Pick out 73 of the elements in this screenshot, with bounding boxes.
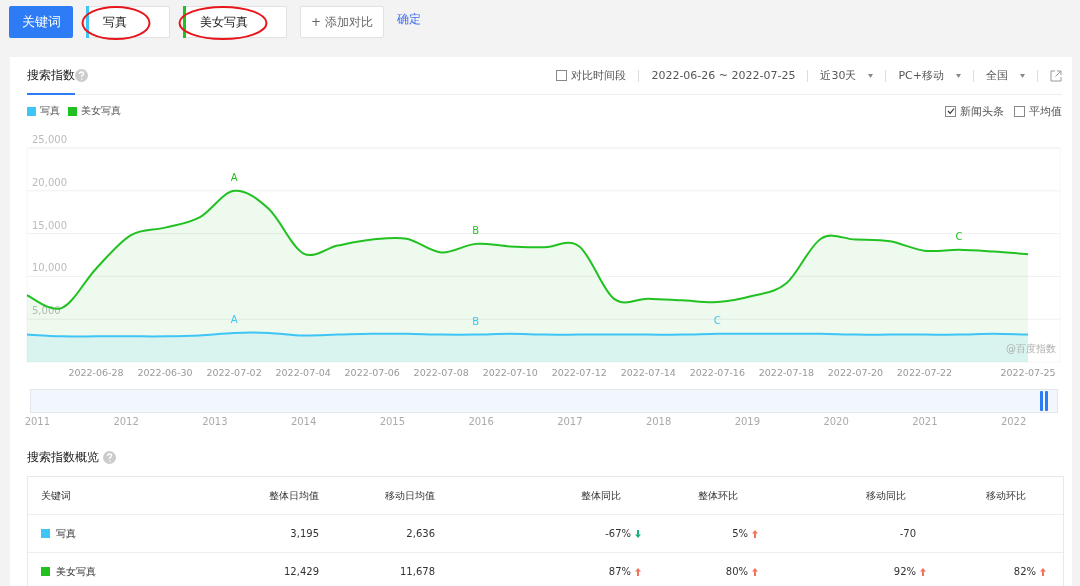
y-axis-label: 25,000 <box>32 134 67 145</box>
option-label: 平均值 <box>1029 103 1062 119</box>
table-cell-text: 2,636 <box>405 528 435 539</box>
year-label: 2019 <box>733 415 762 427</box>
y-axis-label: 10,000 <box>32 262 67 274</box>
table-cell: 92% <box>758 566 926 577</box>
year-label: 2011 <box>23 415 52 427</box>
x-axis-label: 2022-07-20 <box>827 367 883 378</box>
checkbox[interactable] <box>1014 105 1025 117</box>
year-label: 2017 <box>556 415 584 427</box>
column-header: 整体同比 <box>580 488 622 503</box>
year-label: 2014 <box>289 415 318 427</box>
x-axis-label: 2022-07-14 <box>620 367 676 378</box>
column-header: 整体环比 <box>697 488 739 503</box>
caret-icon <box>956 73 961 78</box>
year-label: 2018 <box>644 415 673 427</box>
table-cell-text: 12,429 <box>283 566 319 577</box>
table-cell: 82% <box>926 566 1046 577</box>
filter-dropdown[interactable]: 近30天 <box>820 68 874 83</box>
x-axis-label: 2022-07-08 <box>413 367 469 378</box>
legend-label[interactable]: 美女写真 <box>81 104 121 118</box>
keyword-tab-button[interactable]: 关键词 <box>9 6 73 38</box>
year-label: 2015 <box>378 415 407 427</box>
x-axis-label: 2022-06-28 <box>68 367 124 378</box>
table-cell: 87% <box>435 566 641 577</box>
caret-icon <box>868 73 874 78</box>
checkbox[interactable] <box>945 105 956 117</box>
checkbox[interactable] <box>556 70 568 81</box>
keyword-name: 写真 <box>56 526 76 541</box>
column-header: 整体日均值 <box>268 488 319 503</box>
year-label: 2021 <box>911 415 939 427</box>
confirm-link[interactable]: 确定 <box>397 10 421 28</box>
add-compare-button[interactable]: + 添加对比 <box>300 6 384 38</box>
column-header: 关键词 <box>40 488 72 503</box>
legend-label[interactable]: 写真 <box>40 104 60 118</box>
year-label: 2013 <box>201 415 229 427</box>
year-label: 2016 <box>467 415 495 427</box>
caret-icon <box>1020 73 1025 78</box>
table-cell-text: -70 <box>898 528 917 539</box>
table-cell: 5% <box>641 528 758 539</box>
year-label: 2022 <box>999 415 1028 427</box>
compare-period-label: 对比时间段 <box>571 68 627 83</box>
x-axis-label: 2022-07-04 <box>275 367 331 378</box>
y-axis-label: 20,000 <box>32 176 67 188</box>
export-icon[interactable] <box>1050 69 1062 82</box>
x-axis-label: 2022-07-25 <box>1000 367 1056 378</box>
column-header: 移动环比 <box>985 488 1027 503</box>
table-cell-text: 11,678 <box>399 566 435 577</box>
chart-watermark: @百度指数 <box>1006 343 1056 354</box>
time-range-slider[interactable] <box>30 389 1058 413</box>
keyword-name: 美女写真 <box>56 564 96 579</box>
x-axis-label: 2022-07-02 <box>206 367 262 378</box>
column-header: 移动同比 <box>865 488 907 503</box>
y-axis-label: 15,000 <box>32 219 67 231</box>
x-axis-label: 2022-07-18 <box>758 367 814 378</box>
x-axis-label: 2022-07-16 <box>689 367 745 378</box>
column-header: 移动日均值 <box>384 488 435 503</box>
x-axis-label: 2022-07-06 <box>344 367 400 378</box>
year-label: 2012 <box>112 415 140 427</box>
date-range-picker[interactable]: 2022-06-26 ~ 2022-07-25 <box>651 69 796 82</box>
filter-dropdown[interactable]: PC+移动 <box>898 68 961 83</box>
table-cell: -67% <box>435 528 641 539</box>
table-cell: 80% <box>641 566 758 577</box>
section-title: 搜索指数概览 <box>27 449 99 466</box>
table-cell-text: 3,195 <box>289 528 319 539</box>
range-handle[interactable] <box>1039 391 1049 411</box>
x-axis-label: 2022-07-12 <box>551 367 607 378</box>
filter-dropdown[interactable]: 全国 <box>986 68 1025 83</box>
x-axis-label: 2022-07-22 <box>896 367 953 378</box>
year-label: 2020 <box>822 415 850 427</box>
option-label: 新闻头条 <box>960 103 1004 119</box>
x-axis-label: 2022-07-10 <box>482 367 538 378</box>
x-axis-label: 2022-06-30 <box>137 367 193 378</box>
